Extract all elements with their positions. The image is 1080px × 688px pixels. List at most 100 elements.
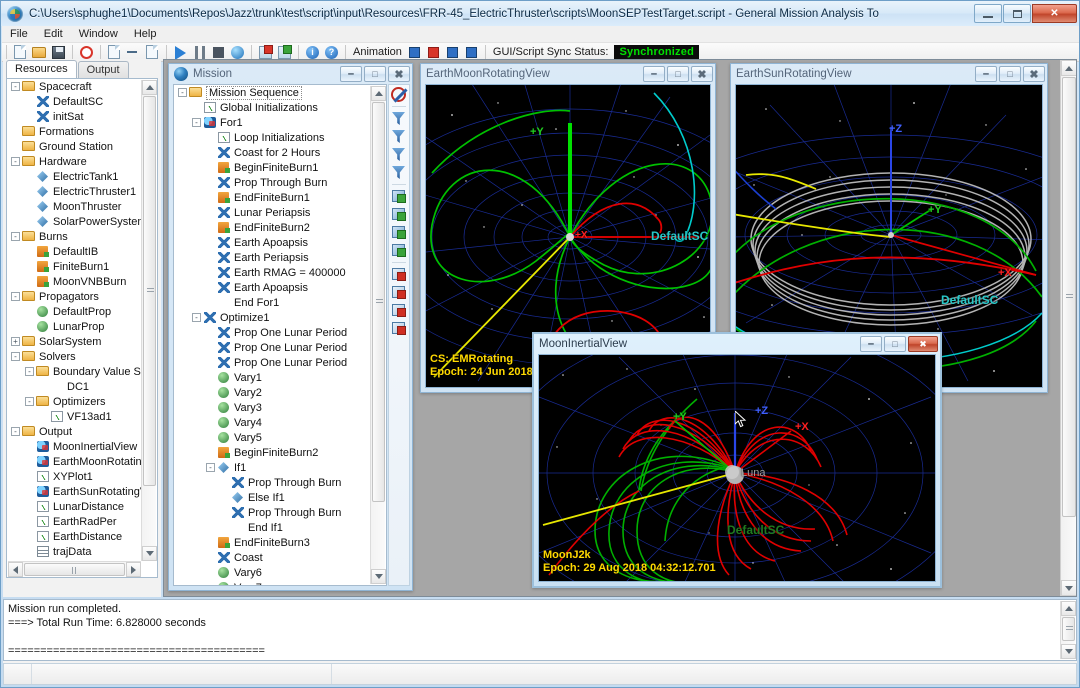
- tree-item[interactable]: DefaultSC: [7, 94, 143, 109]
- add-vary-icon[interactable]: [390, 224, 408, 241]
- scroll-thumb[interactable]: [372, 102, 385, 502]
- screenshot-icon[interactable]: [229, 44, 246, 61]
- tree-item[interactable]: Coast for 2 Hours: [174, 145, 370, 160]
- tree-item[interactable]: -Spacecraft: [7, 79, 143, 94]
- tree-item[interactable]: EndFiniteBurn2: [174, 220, 370, 235]
- copy-icon[interactable]: [106, 44, 123, 61]
- scroll-down-button[interactable]: [1061, 580, 1077, 596]
- collapse-expander-icon[interactable]: -: [25, 367, 34, 376]
- tree-item[interactable]: Loop Initializations: [174, 130, 370, 145]
- resources-tree-list[interactable]: -SpacecraftDefaultSCinitSatFormationsGro…: [7, 79, 143, 563]
- tree-item[interactable]: Prop One Lunar Period: [174, 355, 370, 370]
- tree-item[interactable]: Earth Apoapsis: [174, 280, 370, 295]
- scroll-thumb[interactable]: [1062, 77, 1076, 517]
- collapse-expander-icon[interactable]: -: [192, 313, 201, 322]
- filter-1-icon[interactable]: [390, 110, 408, 127]
- info-icon[interactable]: i: [304, 44, 321, 61]
- resources-vscrollbar[interactable]: [141, 80, 156, 561]
- pause-icon[interactable]: [191, 44, 208, 61]
- filter-3-icon[interactable]: [390, 146, 408, 163]
- scroll-right-button[interactable]: [126, 562, 141, 577]
- close-button[interactable]: ✕: [1032, 4, 1077, 23]
- hscroll-thumb[interactable]: [24, 563, 125, 576]
- tree-item[interactable]: Else If1: [174, 490, 370, 505]
- tree-item[interactable]: EarthDistance: [7, 529, 143, 544]
- tab-output[interactable]: Output: [78, 61, 129, 78]
- tree-item[interactable]: End For1: [174, 295, 370, 310]
- tree-item[interactable]: VF13ad1: [7, 409, 143, 424]
- tab-resources[interactable]: Resources: [6, 60, 77, 78]
- tree-item[interactable]: trajData: [7, 544, 143, 559]
- emr-maximize-button[interactable]: □: [667, 66, 689, 82]
- emr-titlebar[interactable]: EarthMoonRotatingView ━ □ ✖: [421, 64, 715, 84]
- menu-item-file[interactable]: File: [2, 27, 36, 41]
- animation-play-icon[interactable]: [406, 44, 423, 61]
- scroll-thumb[interactable]: [1062, 617, 1075, 641]
- scroll-down-button[interactable]: [1061, 644, 1076, 659]
- scroll-up-button[interactable]: [1061, 60, 1077, 76]
- tree-item[interactable]: -Propagators: [7, 289, 143, 304]
- menu-item-help[interactable]: Help: [126, 27, 165, 41]
- mission-tree-list[interactable]: -Mission SequenceGlobal Initializations-…: [174, 85, 370, 585]
- tree-item[interactable]: Earth Periapsis: [174, 250, 370, 265]
- emr-close-button[interactable]: ✖: [691, 66, 713, 82]
- tree-item[interactable]: Ground Station: [7, 139, 143, 154]
- tree-item[interactable]: -Output: [7, 424, 143, 439]
- scroll-up-button[interactable]: [142, 80, 157, 95]
- message-window[interactable]: Mission run completed. ===> Total Run Ti…: [3, 599, 1077, 661]
- desktop-vscrollbar[interactable]: [1060, 60, 1076, 596]
- tree-item[interactable]: Formations: [7, 124, 143, 139]
- tree-item[interactable]: EarthSunRotatingV: [7, 484, 143, 499]
- tree-item[interactable]: SolarPowerSystem: [7, 214, 143, 229]
- mission-tree[interactable]: -Mission SequenceGlobal Initializations-…: [173, 84, 387, 586]
- tree-item[interactable]: LunarProp: [7, 319, 143, 334]
- tree-item[interactable]: MoonVNBBurn: [7, 274, 143, 289]
- tree-item[interactable]: MoonInertialView: [7, 439, 143, 454]
- mission-window[interactable]: Mission ━ □ ✖ -Mission SequenceGlobal In…: [168, 63, 413, 591]
- tree-item[interactable]: -For1: [174, 115, 370, 130]
- tree-item[interactable]: EarthRadPer: [7, 514, 143, 529]
- tree-item[interactable]: Earth RMAG = 400000: [174, 265, 370, 280]
- tree-item[interactable]: BeginFiniteBurn1: [174, 160, 370, 175]
- collapse-expander-icon[interactable]: -: [178, 88, 187, 97]
- add-report-icon[interactable]: [390, 266, 408, 283]
- scroll-down-button[interactable]: [371, 569, 386, 584]
- mission-maximize-button[interactable]: □: [364, 66, 386, 82]
- collapse-expander-icon[interactable]: -: [206, 463, 215, 472]
- tree-item[interactable]: DefaultProp: [7, 304, 143, 319]
- tree-item[interactable]: XYPlot1: [7, 469, 143, 484]
- no-entry-icon[interactable]: [390, 86, 408, 103]
- save-icon[interactable]: [50, 44, 67, 61]
- add-maneuver-icon[interactable]: [390, 242, 408, 259]
- scroll-up-button[interactable]: [1061, 601, 1076, 616]
- tree-item[interactable]: -Mission Sequence: [174, 85, 370, 100]
- tree-item[interactable]: Vary4: [174, 415, 370, 430]
- tree-item[interactable]: End If1: [174, 520, 370, 535]
- add-function-icon[interactable]: [390, 320, 408, 337]
- tree-item[interactable]: Vary1: [174, 370, 370, 385]
- esr-titlebar[interactable]: EarthSunRotatingView ━ □ ✖: [731, 64, 1047, 84]
- tree-item[interactable]: ElectricTank1: [7, 169, 143, 184]
- animation-slower-icon[interactable]: [463, 44, 480, 61]
- esr-close-button[interactable]: ✖: [1023, 66, 1045, 82]
- tree-item[interactable]: Prop Through Burn: [174, 475, 370, 490]
- tree-item[interactable]: Vary2: [174, 385, 370, 400]
- collapse-expander-icon[interactable]: -: [11, 427, 20, 436]
- menu-item-edit[interactable]: Edit: [36, 27, 71, 41]
- miv-titlebar[interactable]: MoonInertialView ━ □ ✖: [534, 334, 940, 354]
- collapse-expander-icon[interactable]: -: [11, 232, 20, 241]
- tree-item[interactable]: -Optimize1: [174, 310, 370, 325]
- paste-icon[interactable]: [144, 44, 161, 61]
- tree-item[interactable]: EarthMoonRotatin: [7, 454, 143, 469]
- tree-item[interactable]: -Hardware: [7, 154, 143, 169]
- run-icon[interactable]: [172, 44, 189, 61]
- tree-item[interactable]: Vary5: [174, 430, 370, 445]
- collapse-expander-icon[interactable]: -: [11, 82, 20, 91]
- tree-item[interactable]: EndFiniteBurn3: [174, 535, 370, 550]
- new-script-icon[interactable]: [12, 44, 29, 61]
- miv-maximize-button[interactable]: □: [884, 336, 906, 352]
- mission-window-titlebar[interactable]: Mission ━ □ ✖: [169, 64, 412, 84]
- collapse-expander-icon[interactable]: -: [11, 292, 20, 301]
- moon-inertial-view-window[interactable]: MoonInertialView ━ □ ✖: [532, 332, 942, 588]
- scroll-up-button[interactable]: [371, 86, 386, 101]
